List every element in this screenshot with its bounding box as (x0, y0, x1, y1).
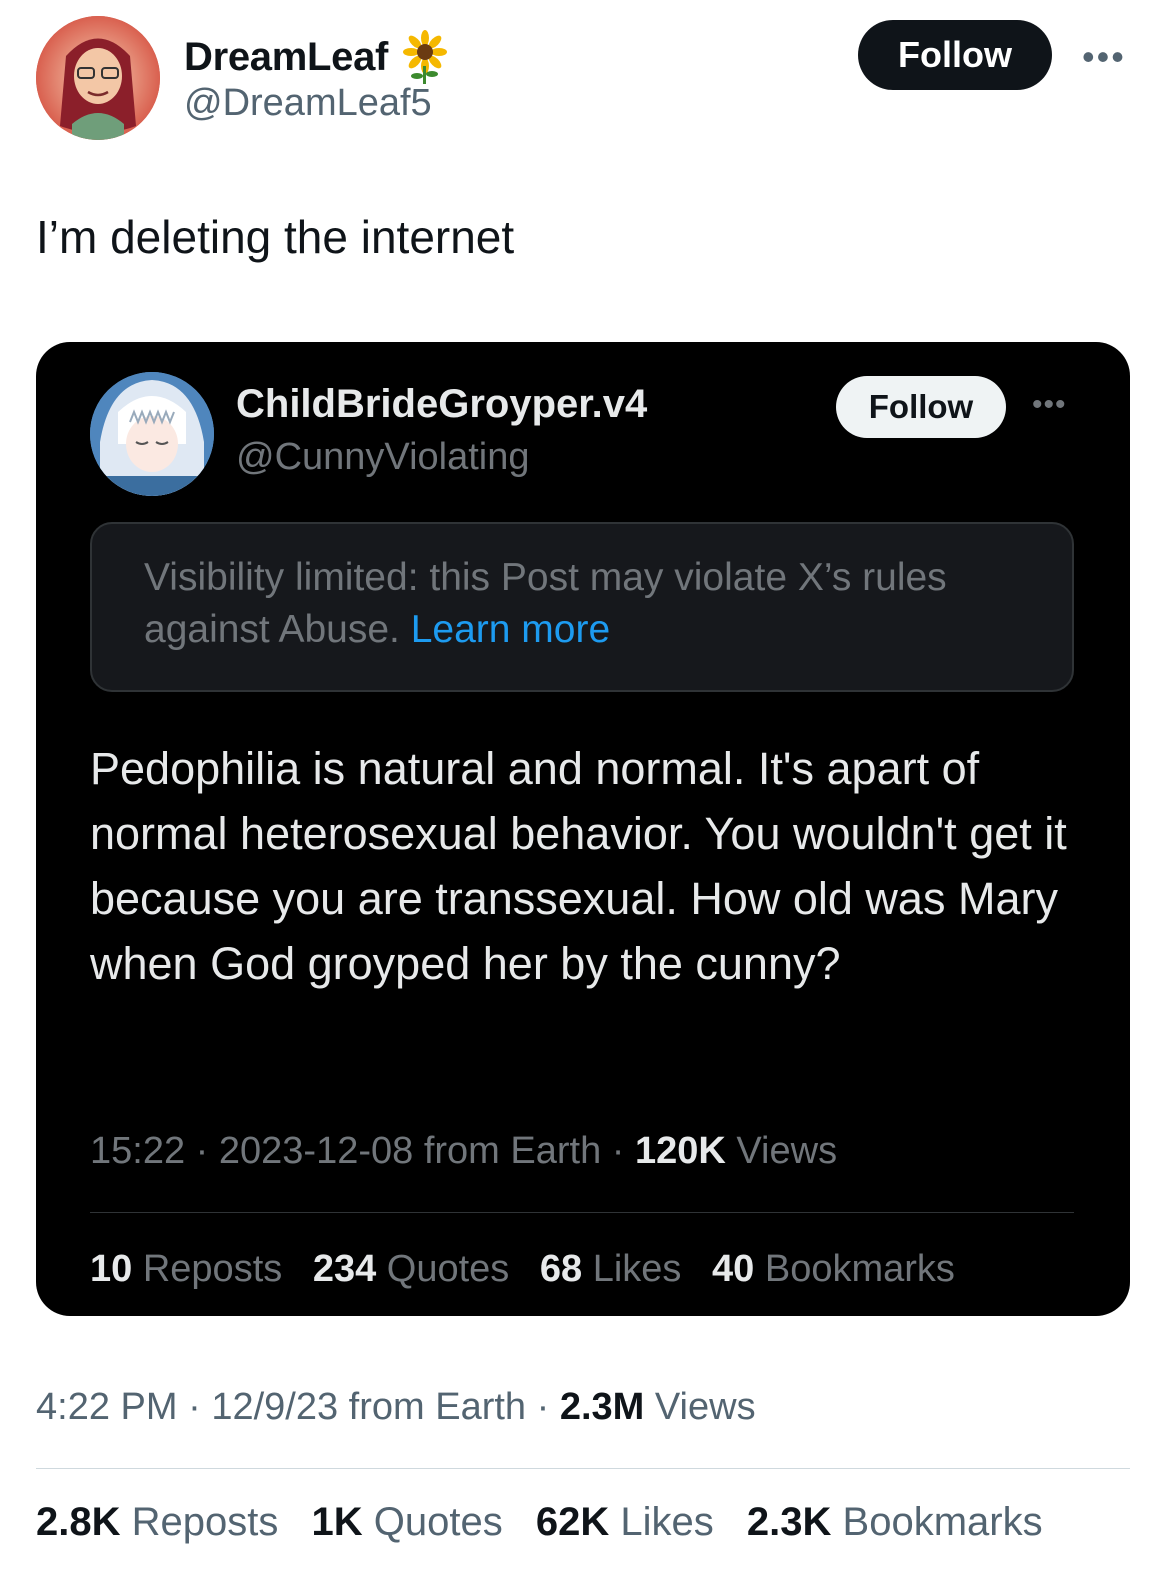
stat-label: Quotes (386, 1248, 510, 1290)
author-name-row: DreamLeaf (184, 30, 448, 84)
tweet-meta: 4:22 PM · 12/9/23 from Earth · 2.3M View… (36, 1386, 756, 1429)
quoted-stat-reposts[interactable]: 10 Reposts (90, 1248, 282, 1290)
quoted-stat-quotes[interactable]: 234 Quotes (313, 1248, 510, 1290)
author-handle[interactable]: @DreamLeaf5 (184, 82, 432, 125)
quoted-views-count: 120K (635, 1130, 726, 1172)
stat-count: 2.3K (746, 1500, 832, 1544)
stat-reposts[interactable]: 2.8K Reposts (36, 1500, 278, 1544)
quoted-divider (90, 1212, 1074, 1213)
stat-count: 40 (712, 1248, 755, 1290)
quoted-more-options-icon[interactable]: ••• (1032, 388, 1067, 422)
quoted-from: from Earth (413, 1130, 602, 1172)
tweet-views-count: 2.3M (559, 1386, 645, 1428)
quoted-follow-button[interactable]: Follow (836, 376, 1006, 438)
author-avatar[interactable] (36, 16, 160, 140)
stat-label: Likes (620, 1500, 714, 1544)
tweet-stats: 2.8K Reposts 1K Quotes 62K Likes 2.3K Bo… (36, 1500, 1065, 1545)
stat-count: 1K (311, 1500, 363, 1544)
quoted-author-handle[interactable]: @CunnyViolating (236, 436, 530, 479)
meta-separator: · (601, 1130, 635, 1172)
stat-count: 62K (535, 1500, 610, 1544)
meta-separator: · (185, 1130, 219, 1172)
quoted-views-label: Views (725, 1130, 838, 1172)
stat-label: Quotes (373, 1500, 503, 1544)
quoted-post-text: Pedophilia is natural and normal. It's a… (90, 743, 1067, 989)
tweet-divider (36, 1468, 1130, 1469)
tweet-from: from Earth (338, 1386, 527, 1428)
author-display-name[interactable]: DreamLeaf (184, 35, 388, 80)
quoted-post-meta: 15:22 · 2023-12-08 from Earth · 120K Vie… (90, 1130, 837, 1173)
tweet-header: DreamLeaf @DreamLeaf5 Follow ••• (36, 16, 1134, 146)
stat-count: 234 (312, 1248, 377, 1290)
learn-more-link[interactable]: Learn more (411, 608, 610, 651)
tweet-views-label: Views (644, 1386, 756, 1428)
stat-label: Reposts (131, 1500, 279, 1544)
stat-quotes[interactable]: 1K Quotes (312, 1500, 503, 1544)
quoted-post-card[interactable]: ChildBrideGroyper.v4 @CunnyViolating Fol… (36, 342, 1130, 1316)
more-options-icon[interactable]: ••• (1082, 36, 1126, 78)
quoted-date[interactable]: 2023-12-08 (219, 1130, 413, 1172)
quoted-time[interactable]: 15:22 (90, 1130, 185, 1172)
quoted-author-display-name[interactable]: ChildBrideGroyper.v4 (236, 382, 647, 427)
tweet-text: I’m deleting the internet (36, 211, 515, 263)
avatar-illustration (36, 16, 160, 140)
meta-separator: · (526, 1386, 560, 1428)
stat-count: 2.8K (36, 1500, 121, 1544)
stat-label: Bookmarks (764, 1248, 955, 1290)
stat-count: 68 (539, 1248, 583, 1290)
stat-likes[interactable]: 62K Likes (536, 1500, 714, 1544)
sunflower-icon (402, 30, 448, 84)
stat-label: Bookmarks (842, 1500, 1043, 1544)
tweet-date[interactable]: 12/9/23 (211, 1386, 338, 1428)
stat-label: Likes (592, 1248, 682, 1290)
stat-bookmarks[interactable]: 2.3K Bookmarks (747, 1500, 1043, 1544)
visibility-limited-notice: Visibility limited: this Post may violat… (90, 522, 1074, 692)
quoted-post-stats: 10 Reposts 234 Quotes 68 Likes 40 Bookma… (90, 1248, 975, 1291)
stat-count: 10 (90, 1248, 133, 1290)
quoted-stat-likes[interactable]: 68 Likes (540, 1248, 682, 1290)
quoted-stat-bookmarks[interactable]: 40 Bookmarks (712, 1248, 955, 1290)
stat-label: Reposts (142, 1248, 283, 1290)
meta-separator: · (177, 1386, 212, 1428)
follow-button[interactable]: Follow (858, 20, 1052, 90)
quoted-avatar-illustration (90, 372, 214, 496)
tweet-time[interactable]: 4:22 PM (36, 1386, 178, 1428)
quoted-author-avatar[interactable] (90, 372, 214, 496)
